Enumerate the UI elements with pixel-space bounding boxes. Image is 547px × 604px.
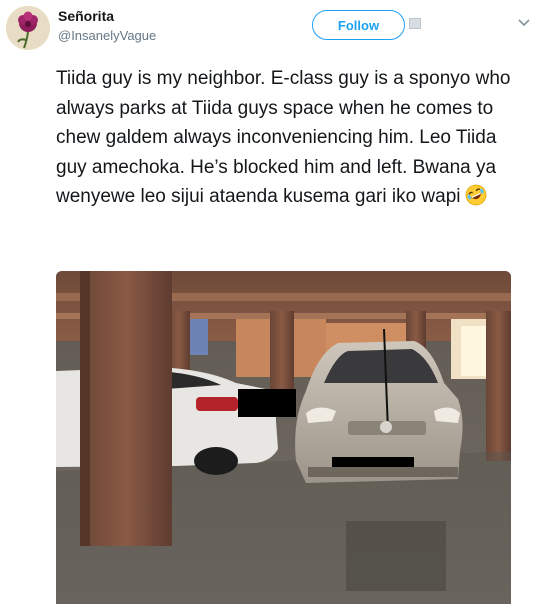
tweet-body: Tiida guy is my neighbor. E-class guy is… (56, 68, 511, 207)
display-name[interactable]: Señorita (58, 8, 114, 24)
user-handle[interactable]: @InsanelyVague (58, 28, 156, 43)
avatar-flower-icon (6, 6, 50, 50)
tweet-text: Tiida guy is my neighbor. E-class guy is… (56, 64, 526, 212)
avatar[interactable] (6, 6, 50, 50)
tweet-card: Señorita @InsanelyVague Follow Tiida guy… (0, 0, 547, 604)
laughing-emoji-icon (465, 184, 486, 206)
tweet-photo[interactable] (56, 271, 511, 604)
follow-user-icon[interactable] (409, 18, 421, 29)
follow-button[interactable]: Follow (312, 10, 405, 40)
chevron-down-icon[interactable] (516, 16, 532, 30)
parking-lot-photo (56, 271, 511, 604)
